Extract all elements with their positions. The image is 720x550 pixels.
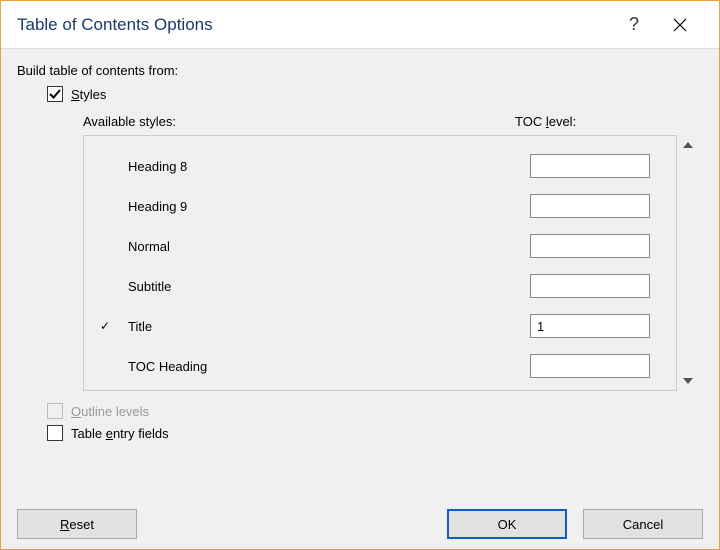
table-entry-fields-label: Table entry fields xyxy=(71,426,169,441)
toc-level-header: TOC level: xyxy=(515,114,683,129)
scroll-up-button[interactable] xyxy=(678,135,698,155)
toc-level-input[interactable] xyxy=(530,274,650,298)
build-from-label: Build table of contents from: xyxy=(17,63,703,78)
titlebar: Table of Contents Options ? xyxy=(1,1,719,49)
style-name: Heading 8 xyxy=(124,159,530,174)
outline-levels-row: Outline levels xyxy=(47,403,703,419)
chevron-down-icon xyxy=(683,378,693,384)
style-name: Heading 9 xyxy=(124,199,530,214)
bottom-checks: Outline levels Table entry fields xyxy=(17,403,703,441)
chevron-up-icon xyxy=(683,142,693,148)
style-name: Title xyxy=(124,319,530,334)
help-button[interactable]: ? xyxy=(611,9,657,41)
dialog-title: Table of Contents Options xyxy=(17,15,611,35)
styles-list-wrap: Heading 8 Heading 9 Normal Subtitle ✓ Ti… xyxy=(83,135,699,391)
styles-checkbox[interactable] xyxy=(47,86,63,102)
scrollbar[interactable] xyxy=(677,135,699,391)
style-tick: ✓ xyxy=(100,319,124,333)
toc-level-input[interactable] xyxy=(530,354,650,378)
button-bar: Reset OK Cancel xyxy=(17,509,703,539)
styles-label: Styles xyxy=(71,87,106,102)
table-entry-fields-row: Table entry fields xyxy=(47,425,703,441)
list-item: Normal xyxy=(100,226,660,266)
style-name: Normal xyxy=(124,239,530,254)
toc-level-input[interactable] xyxy=(530,154,650,178)
close-icon xyxy=(673,18,687,32)
outline-levels-label: Outline levels xyxy=(71,404,149,419)
list-item: Heading 9 xyxy=(100,186,660,226)
outline-levels-checkbox xyxy=(47,403,63,419)
list-item: Subtitle xyxy=(100,266,660,306)
list-item: TOC Heading xyxy=(100,346,660,386)
toc-level-input[interactable] xyxy=(530,234,650,258)
available-styles-header: Available styles: xyxy=(83,114,515,129)
close-button[interactable] xyxy=(657,9,703,41)
list-item: Heading 8 xyxy=(100,146,660,186)
style-name: Subtitle xyxy=(124,279,530,294)
cancel-button[interactable]: Cancel xyxy=(583,509,703,539)
table-entry-fields-checkbox[interactable] xyxy=(47,425,63,441)
list-item: ✓ Title xyxy=(100,306,660,346)
client-area: Build table of contents from: Styles Ava… xyxy=(1,49,719,549)
scroll-down-button[interactable] xyxy=(678,371,698,391)
toc-level-input[interactable] xyxy=(530,194,650,218)
ok-button[interactable]: OK xyxy=(447,509,567,539)
reset-button[interactable]: Reset xyxy=(17,509,137,539)
checkmark-icon xyxy=(49,88,61,100)
style-name: TOC Heading xyxy=(124,359,530,374)
toc-level-input[interactable] xyxy=(530,314,650,338)
styles-list[interactable]: Heading 8 Heading 9 Normal Subtitle ✓ Ti… xyxy=(83,135,677,391)
list-headers: Available styles: TOC level: xyxy=(83,114,683,129)
styles-checkbox-row: Styles xyxy=(47,86,703,102)
